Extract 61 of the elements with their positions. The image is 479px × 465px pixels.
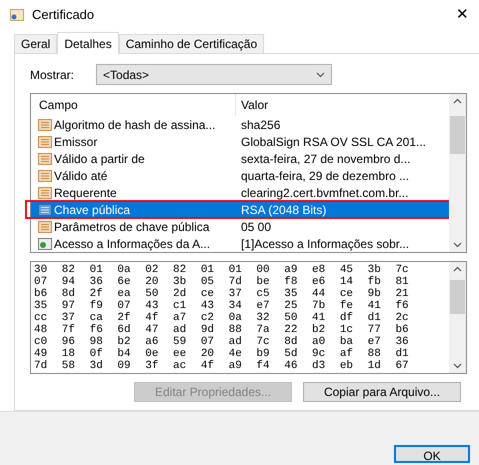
list-row[interactable]: Algoritmo de hash de assina... sha256 bbox=[31, 116, 449, 134]
scroll-down-icon[interactable] bbox=[453, 363, 462, 370]
list-row[interactable]: Válido a partir de sexta-feira, 27 de novembro d... bbox=[31, 150, 449, 168]
field-value: sha256 bbox=[240, 116, 282, 134]
column-header[interactable]: Campo bbox=[31, 94, 236, 116]
certificate-field-icon bbox=[38, 134, 52, 149]
action-button[interactable]: Copiar para Arquivo... bbox=[303, 382, 461, 402]
tab[interactable]: Geral bbox=[14, 34, 58, 54]
certificate-field-icon bbox=[38, 186, 52, 200]
list-row[interactable]: Válido até quarta-feira, 29 de dezembro ... bbox=[31, 167, 449, 184]
field-name: Acesso a Informações da A... bbox=[54, 236, 210, 253]
list-row[interactable]: Emissor GlobalSign RSA OV SSL CA 201... bbox=[31, 133, 449, 150]
show-dropdown[interactable]: <Todas> bbox=[96, 64, 332, 86]
list-row[interactable]: Requerente clearing2.cert.bvmfnet.com.br... bbox=[31, 184, 449, 202]
field-value: clearing2.cert.bvmfnet.com.br... bbox=[240, 184, 410, 202]
list-row[interactable]: Parâmetros de chave pública 05 00 bbox=[31, 218, 449, 236]
hex-line: 30 82 01 0a 02 82 01 01 00 a9 e8 45 3b 7c bbox=[34, 264, 410, 276]
certificate-field-icon bbox=[38, 118, 52, 132]
certificate-field-icon bbox=[38, 202, 52, 217]
extension-field-icon bbox=[38, 236, 52, 251]
certificate-field-icon bbox=[38, 220, 52, 234]
field-value: [1]Acesso a Informações sobr... bbox=[240, 236, 410, 253]
field-name: Parâmetros de chave pública bbox=[54, 218, 210, 236]
scrollbar-thumb[interactable] bbox=[450, 280, 465, 314]
field-name: Emissor bbox=[54, 134, 98, 151]
hex-line: 49 18 0f b4 0e ee 20 4e b9 5d 9c af 88 d1 bbox=[34, 348, 410, 360]
ok-button[interactable]: OK bbox=[394, 444, 470, 463]
certificate-icon bbox=[10, 8, 24, 21]
hex-line: cc 37 ca 2f 4f a7 c2 0a 32 50 41 df d1 2c bbox=[34, 312, 410, 324]
certificate-field-icon bbox=[38, 168, 52, 183]
show-label: Mostrar: bbox=[30, 66, 74, 84]
scrollbar[interactable] bbox=[449, 262, 466, 374]
column-header[interactable]: Valor bbox=[236, 94, 449, 116]
field-name: Válido a partir de bbox=[54, 150, 145, 168]
scroll-up-icon[interactable] bbox=[453, 266, 462, 272]
field-value: GlobalSign RSA OV SSL CA 201... bbox=[240, 134, 427, 151]
dropdown-caret-icon[interactable] bbox=[316, 72, 326, 78]
hex-line: 7d 58 3d 09 3f ac 4f a9 f4 46 d3 eb 1d 67 bbox=[34, 360, 410, 372]
hex-line: b6 8d 2f ea 50 2d ce 37 c5 35 44 ce 9b 21 bbox=[34, 288, 410, 300]
certificate-field-icon bbox=[38, 152, 52, 166]
close-button[interactable]: ✕ bbox=[452, 7, 473, 22]
tab[interactable]: Caminho de Certificação bbox=[118, 34, 264, 54]
field-name: Válido até bbox=[54, 168, 108, 185]
list-row[interactable]: Acesso a Informações da A... [1]Acesso a Informações sobr... bbox=[31, 235, 449, 252]
hex-line: 35 97 f9 07 43 c1 43 34 e7 25 7b fe 41 f6 bbox=[34, 300, 410, 312]
field-value: 05 00 bbox=[240, 218, 272, 236]
field-value: RSA (2048 Bits) bbox=[240, 202, 328, 219]
hex-line: c0 96 98 b2 a6 59 07 ad 7c 8d a0 ba e7 36 bbox=[34, 336, 410, 348]
scrollbar-thumb[interactable] bbox=[450, 116, 465, 154]
field-name: Algoritmo de hash de assina... bbox=[54, 116, 216, 134]
hex-line: 07 94 36 6e 20 3b 05 7d be f8 e6 14 fb 81 bbox=[34, 276, 410, 288]
hex-line: 48 7f f6 6d 47 ad 9d 88 7a 22 b2 1c 77 b6 bbox=[34, 324, 410, 336]
scrollbar[interactable] bbox=[449, 94, 466, 252]
field-value: sexta-feira, 27 de novembro d... bbox=[240, 150, 412, 168]
scroll-down-icon[interactable] bbox=[453, 242, 462, 248]
field-name: Chave pública bbox=[54, 202, 130, 219]
window-title: Certificado bbox=[32, 6, 94, 24]
field-value: quarta-feira, 29 de dezembro ... bbox=[240, 168, 410, 185]
scroll-up-icon[interactable] bbox=[453, 98, 462, 104]
field-name: Requerente bbox=[54, 184, 117, 202]
tab[interactable]: Detalhes bbox=[57, 32, 119, 54]
